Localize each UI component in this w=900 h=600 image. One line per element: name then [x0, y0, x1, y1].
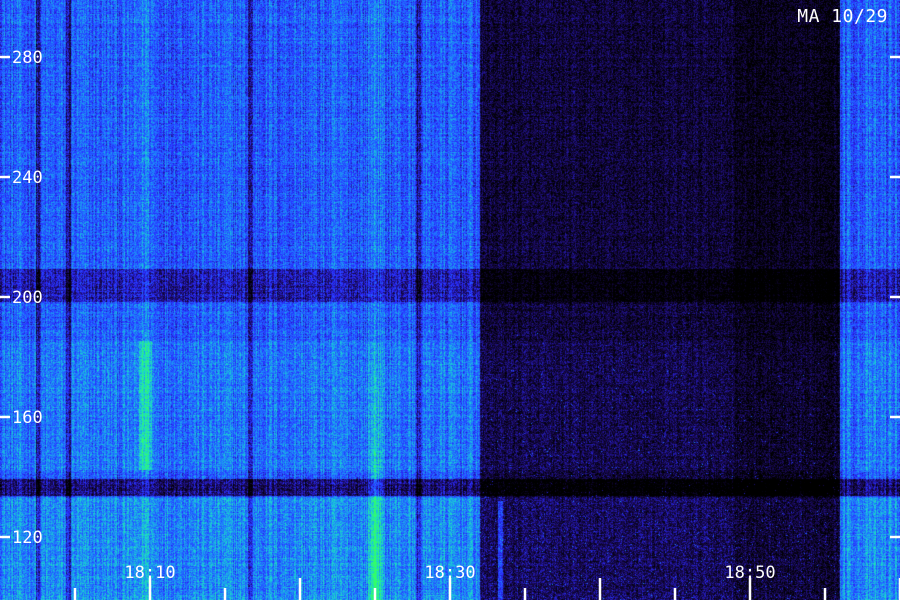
- y-tick-label-240: 240: [12, 168, 43, 188]
- x-tick-label-18-50: 18:50: [724, 563, 775, 583]
- x-axis: 18:10 18:30 18:50: [73, 563, 900, 600]
- y-axis: 120 160 200 240 280: [0, 48, 900, 548]
- station-date-badge: MA 10/29: [797, 6, 888, 27]
- axis-overlay: 120 160 200 240 280 18:10 18:30 18:50: [0, 48, 900, 600]
- x-tick-label-18-30: 18:30: [424, 563, 475, 583]
- y-tick-label-120: 120: [12, 528, 43, 548]
- y-tick-label-200: 200: [12, 288, 43, 308]
- y-tick-label-280: 280: [12, 48, 43, 68]
- x-tick-label-18-10: 18:10: [124, 563, 175, 583]
- y-tick-label-160: 160: [12, 408, 43, 428]
